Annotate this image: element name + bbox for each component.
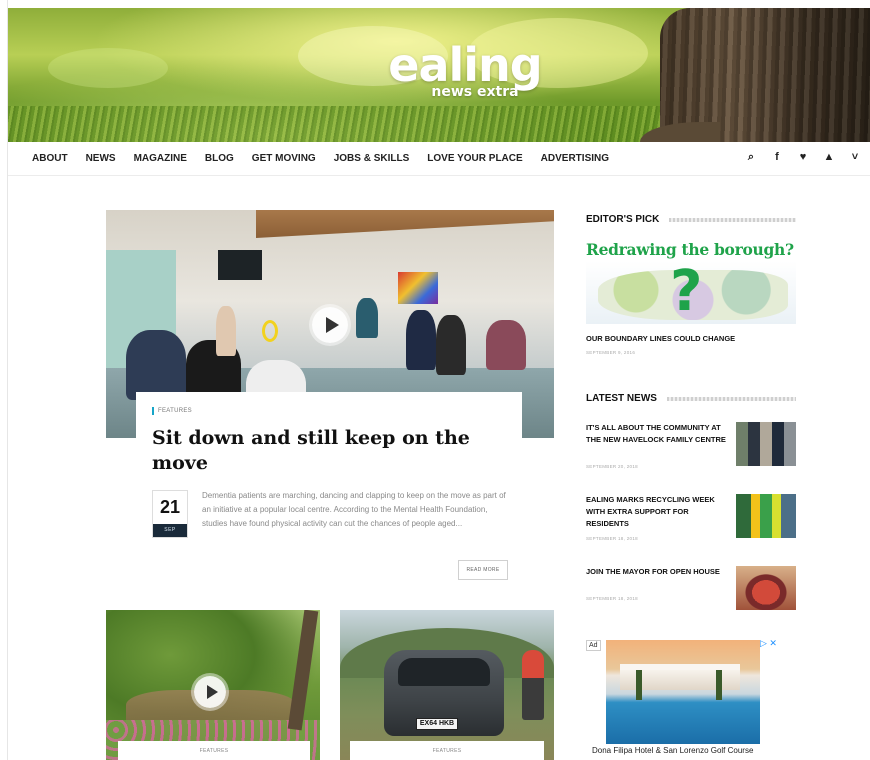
twitter-icon[interactable]: ♥ — [790, 151, 816, 164]
nav-item-news[interactable]: NEWS — [86, 153, 116, 164]
youtube-icon[interactable]: ▲ — [816, 151, 842, 164]
facebook-icon[interactable]: f — [764, 151, 790, 164]
latest-news-title[interactable]: EALING MARKS RECYCLING WEEK WITH EXTRA S… — [586, 494, 726, 530]
card-category-label[interactable]: FEATURES — [118, 741, 310, 760]
photo-person — [436, 315, 466, 375]
editors-pick-title[interactable]: OUR BOUNDARY LINES COULD CHANGE — [586, 334, 735, 343]
heading-divider — [666, 396, 796, 401]
editors-pick-image-title: Redrawing the borough? — [586, 240, 794, 259]
ad-choices-close-icon[interactable]: ▷ ✕ — [760, 638, 777, 648]
latest-news-thumbnail[interactable] — [736, 566, 796, 610]
heading-divider — [669, 217, 796, 222]
latest-news-heading: LATEST NEWS — [586, 393, 796, 404]
search-icon[interactable]: ⌕ — [738, 151, 764, 164]
latest-news-heading-text: LATEST NEWS — [586, 393, 657, 404]
photo-person — [522, 650, 544, 720]
more-chevron-icon[interactable]: ˅ — [842, 151, 868, 164]
site-logo[interactable]: ealing news extra — [380, 42, 550, 100]
nav-item-jobs-skills[interactable]: JOBS & SKILLS — [334, 153, 410, 164]
nav-item-about[interactable]: ABOUT — [32, 153, 68, 164]
photo-car-windshield — [398, 658, 490, 686]
nav-item-get-moving[interactable]: GET MOVING — [252, 153, 316, 164]
editors-pick-image[interactable]: Redrawing the borough? ? — [586, 234, 796, 324]
advertisement[interactable]: Ad ▷ ✕ Dona Filipa Hotel & San Lorenzo G… — [586, 638, 780, 760]
play-icon — [206, 685, 218, 699]
photo-person — [406, 310, 436, 370]
play-icon — [325, 317, 339, 333]
photo-person — [356, 298, 378, 338]
photo-painting — [398, 272, 438, 304]
photo-tv — [218, 250, 262, 280]
date-month: SEP — [153, 524, 187, 537]
read-more-button[interactable]: READ MORE — [458, 560, 508, 580]
site-header-banner: ealing news extra — [8, 8, 870, 142]
photo-person — [486, 320, 526, 370]
ad-label: Ad — [586, 640, 601, 651]
feature-article-card: FEATURES Sit down and still keep on the … — [136, 392, 522, 592]
photo-number-plate: EX64 HKB — [416, 718, 458, 730]
latest-news-date: SEPTEMBER 20, 2018 — [586, 464, 638, 469]
nav-item-magazine[interactable]: MAGAZINE — [134, 153, 187, 164]
card-category-label[interactable]: FEATURES — [350, 741, 544, 760]
ad-caption[interactable]: Dona Filipa Hotel & San Lorenzo Golf Cou… — [592, 746, 753, 755]
editors-pick-heading-text: EDITOR'S PICK — [586, 214, 660, 225]
video-play-button[interactable] — [312, 307, 348, 343]
photo-person — [216, 306, 236, 356]
video-play-button[interactable] — [194, 676, 226, 708]
latest-news-date: SEPTEMBER 18, 2018 — [586, 536, 638, 541]
photo-tree-trunk — [287, 610, 319, 731]
photo-ceiling — [256, 210, 554, 238]
main-navigation: ABOUT NEWS MAGAZINE BLOG GET MOVING JOBS… — [8, 142, 870, 176]
latest-news-date: SEPTEMBER 18, 2018 — [586, 596, 638, 601]
nav-menu: ABOUT NEWS MAGAZINE BLOG GET MOVING JOBS… — [32, 153, 627, 164]
editors-pick-heading: EDITOR'S PICK — [586, 214, 796, 225]
photo-person — [126, 330, 186, 400]
nav-item-love-your-place[interactable]: LOVE YOUR PLACE — [427, 153, 522, 164]
ad-image[interactable] — [606, 640, 760, 744]
latest-news-title[interactable]: IT'S ALL ABOUT THE COMMUNITY AT THE NEW … — [586, 422, 726, 446]
date-box: 21 SEP — [152, 490, 188, 538]
ad-palm-tree — [716, 670, 722, 700]
latest-news-title[interactable]: JOIN THE MAYOR FOR OPEN HOUSE — [586, 566, 726, 578]
editors-pick-date: SEPTEMBER 9, 2016 — [586, 350, 636, 355]
nav-item-advertising[interactable]: ADVERTISING — [541, 153, 609, 164]
feature-title[interactable]: Sit down and still keep on the move — [152, 426, 512, 476]
question-mark-graphic: ? — [670, 259, 703, 324]
card-image-car[interactable]: EX64 HKB — [340, 610, 554, 760]
page-frame-edge — [0, 0, 8, 760]
nav-social-icons: ⌕ f ♥ ▲ ˅ — [738, 151, 868, 164]
date-day: 21 — [159, 497, 181, 517]
latest-news-thumbnail[interactable] — [736, 422, 796, 466]
ad-palm-tree — [636, 670, 642, 700]
feature-excerpt: Dementia patients are marching, dancing … — [202, 491, 506, 528]
logo-wordmark: ealing — [388, 38, 542, 92]
photo-yellow-ring — [262, 320, 278, 342]
header-light-blob — [48, 48, 168, 88]
category-badge[interactable]: FEATURES — [152, 407, 192, 415]
latest-news-thumbnail[interactable] — [736, 494, 796, 538]
nav-item-blog[interactable]: BLOG — [205, 153, 234, 164]
